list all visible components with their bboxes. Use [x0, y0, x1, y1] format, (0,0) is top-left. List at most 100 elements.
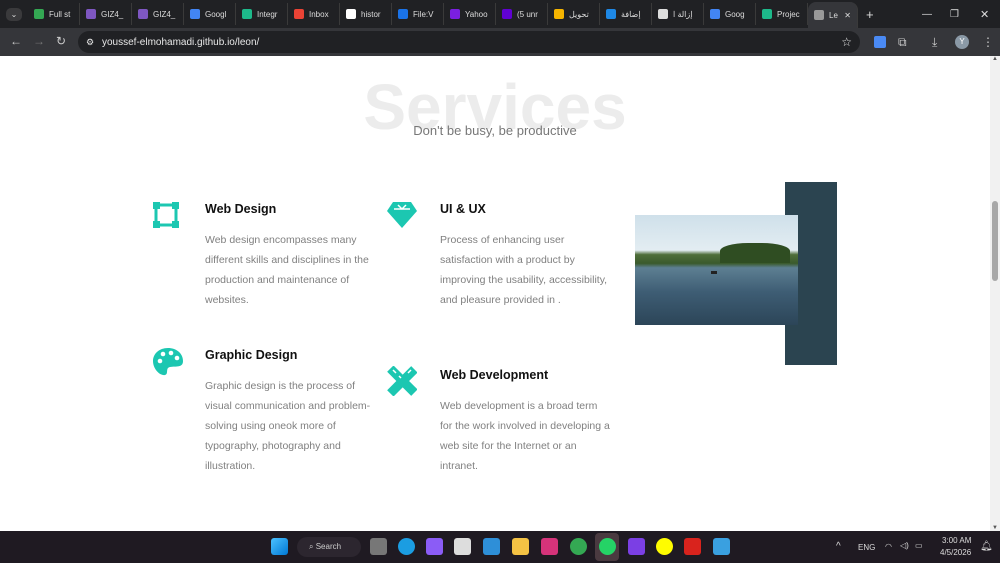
service-graphic-design: Graphic Design Graphic design is the pro…	[205, 348, 375, 476]
browser-tab[interactable]: File:V	[392, 3, 444, 25]
extensions-icon[interactable]: ⧉	[898, 35, 907, 50]
vscode-icon[interactable]	[483, 538, 500, 555]
tab-favicon-icon	[606, 9, 616, 19]
scrollbar-thumb[interactable]	[992, 201, 998, 281]
service-description: Web development is a broad term for the …	[440, 400, 610, 472]
tab-favicon-icon	[346, 9, 356, 19]
tab-label: Yahoo	[465, 9, 488, 19]
minimize-button[interactable]: —	[922, 9, 932, 20]
tab-label: إضافة	[621, 9, 641, 19]
browser-tab[interactable]: Le ✕	[808, 2, 858, 28]
service-description: Web design encompasses many different sk…	[205, 234, 369, 306]
service-ui-ux: UI & UX Process of enhancing user satisf…	[440, 202, 610, 310]
file-explorer-icon[interactable]	[512, 538, 529, 555]
instagram-icon[interactable]	[541, 538, 558, 555]
lake-photo	[635, 215, 798, 325]
tab-label: histor	[361, 9, 381, 19]
browser-tab[interactable]: إضافة	[600, 3, 652, 25]
bookmark-star-icon[interactable]: ☆	[841, 35, 852, 49]
copilot-icon[interactable]	[426, 538, 443, 555]
chrome-icon[interactable]	[570, 538, 587, 555]
browser-tab[interactable]: Yahoo	[444, 3, 496, 25]
store-icon[interactable]	[454, 538, 471, 555]
browser-tab[interactable]: (5 unr	[496, 3, 548, 25]
page-scrollbar[interactable]: ▲ ▼	[990, 56, 1000, 531]
back-button[interactable]: ←	[10, 34, 22, 48]
tab-search-button[interactable]: ⌄	[0, 7, 28, 21]
reload-button[interactable]: ↻	[56, 34, 66, 48]
vector-square-icon	[153, 202, 179, 228]
tab-favicon-icon	[502, 9, 512, 19]
tab-label: GIZ4_	[153, 9, 176, 19]
tab-strip: ⌄ Full st GIZ4_ GIZ4_ Googl Integr Inbox histo…	[0, 0, 1000, 28]
browser-tab[interactable]: Projec	[756, 3, 808, 25]
browser-tab[interactable]: Googl	[184, 3, 236, 25]
browser-tab[interactable]: GIZ4_	[80, 3, 132, 25]
notification-bell-icon[interactable]: 🔔︎	[980, 541, 993, 552]
restore-button[interactable]: ❐	[950, 9, 959, 20]
tray-chevron-icon[interactable]: ^	[836, 541, 841, 552]
tab-favicon-icon	[398, 9, 408, 19]
battery-icon[interactable]: ▭	[915, 541, 923, 550]
browser-toolbar: ← → ↻ ⚙ youssef-elmohamadi.github.io/leo…	[0, 28, 1000, 56]
tab-favicon-icon	[710, 9, 720, 19]
tab-label: Projec	[777, 9, 800, 19]
tab-label: Full st	[49, 9, 71, 19]
tab-label: File:V	[413, 9, 434, 19]
wifi-icon[interactable]: ◠	[885, 542, 892, 551]
taskbar-search[interactable]: ⌕ Search	[297, 537, 361, 557]
tab-label: Integr	[257, 9, 278, 19]
diamond-icon	[387, 202, 417, 228]
close-tab-icon[interactable]: ✕	[844, 11, 851, 20]
tab-favicon-icon	[86, 9, 96, 19]
tab-label: Le	[829, 10, 838, 20]
acrobat-icon[interactable]	[684, 538, 701, 555]
browser-tab[interactable]: Inbox	[288, 3, 340, 25]
search-label: Search	[315, 542, 342, 551]
browser-tab[interactable]: تحويل	[548, 3, 600, 25]
service-description: Graphic design is the process of visual …	[205, 380, 371, 472]
service-title: UI & UX	[440, 202, 486, 216]
tab-favicon-icon	[814, 10, 824, 20]
taskbar: ⌕ Search ^ ENG ◠ ◁) ▭ 3:00 AM 4/5/2026 🔔…	[0, 531, 1000, 563]
edge-icon[interactable]	[398, 538, 415, 555]
close-window-button[interactable]: ✕	[980, 8, 989, 21]
tab-label: Googl	[205, 9, 227, 19]
tab-label: GIZ4_	[101, 9, 124, 19]
snapchat-icon[interactable]	[656, 538, 673, 555]
browser-tab[interactable]: GIZ4_	[132, 3, 184, 25]
tab-label: Goog	[725, 9, 745, 19]
browser-tab[interactable]: histor	[340, 3, 392, 25]
page-content: Services Don't be busy, be productive We…	[0, 56, 990, 531]
download-icon[interactable]: ⤓	[932, 35, 937, 50]
visual-studio-icon[interactable]	[628, 538, 645, 555]
browser-tab[interactable]: Full st	[28, 3, 80, 25]
forward-button[interactable]: →	[33, 34, 45, 48]
service-title: Web Development	[440, 368, 549, 382]
clock-time[interactable]: 3:00 AM	[942, 536, 971, 545]
tab-favicon-icon	[34, 9, 44, 19]
profile-avatar[interactable]: Y	[955, 35, 969, 49]
browser-tab[interactable]: Integr	[236, 3, 288, 25]
start-windows-icon[interactable]	[271, 538, 288, 555]
volume-icon[interactable]: ◁)	[900, 541, 909, 550]
whatsapp-icon[interactable]	[599, 538, 616, 555]
tab-favicon-icon	[190, 9, 200, 19]
browser-tab[interactable]: Goog	[704, 3, 756, 25]
language-indicator[interactable]: ENG	[858, 543, 875, 552]
task-view-icon[interactable]	[370, 538, 387, 555]
new-tab-button[interactable]: +	[866, 7, 874, 22]
tab-favicon-icon	[242, 9, 252, 19]
menu-icon[interactable]: ⋮	[982, 35, 994, 49]
site-info-icon[interactable]: ⚙	[86, 37, 94, 48]
address-bar[interactable]: ⚙ youssef-elmohamadi.github.io/leon/ ☆	[78, 31, 860, 53]
browser-tab[interactable]: إزالة ا	[652, 3, 704, 25]
service-description: Process of enhancing user satisfaction w…	[440, 234, 608, 306]
service-web-development: Web Development Web development is a bro…	[440, 368, 610, 476]
tab-favicon-icon	[294, 9, 304, 19]
clock-date[interactable]: 4/5/2026	[940, 548, 971, 557]
translate-icon[interactable]	[874, 36, 886, 48]
tab-favicon-icon	[138, 9, 148, 19]
app-icon[interactable]	[713, 538, 730, 555]
chevron-down-icon: ⌄	[5, 7, 23, 21]
